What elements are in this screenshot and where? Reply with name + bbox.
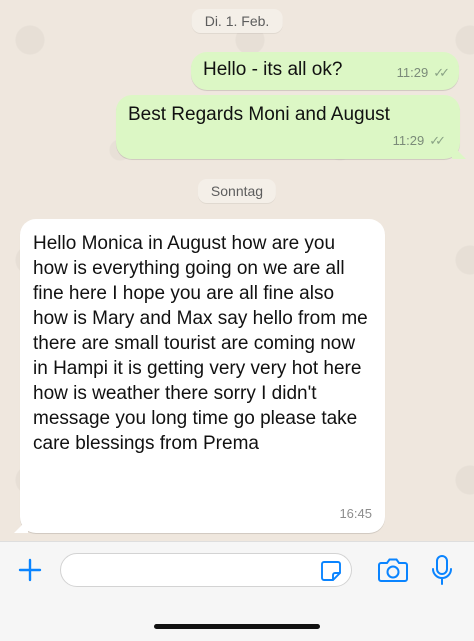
read-ticks-icon: ✓✓: [433, 65, 450, 80]
chat-area[interactable]: Di. 1. Feb. Hello - its all ok? 11:29 ✓✓ …: [0, 0, 474, 541]
message-meta: 11:29 ✓✓: [396, 60, 450, 85]
date-separator: Sonntag: [197, 179, 277, 203]
message-text: Hello - its all ok?: [203, 59, 343, 80]
home-indicator: [154, 624, 320, 629]
incoming-message[interactable]: Hello Monica in August how are you how i…: [14, 219, 385, 533]
message-input-wrapper[interactable]: [60, 553, 352, 587]
read-ticks-icon: ✓✓: [429, 133, 446, 148]
message-time: 16:45: [339, 506, 372, 521]
camera-icon[interactable]: [377, 557, 409, 583]
message-meta: 11:29 ✓✓: [392, 128, 446, 153]
date-separator: Di. 1. Feb.: [191, 9, 283, 33]
message-input[interactable]: [73, 554, 317, 586]
message-text: Hello Monica in August how are you how i…: [33, 233, 368, 454]
bubble-tail: [452, 145, 466, 159]
message-time: 11:29: [396, 65, 429, 80]
outgoing-message[interactable]: Best Regards Moni and August 11:29 ✓✓: [116, 95, 466, 159]
sticker-icon[interactable]: [320, 560, 342, 582]
bubble-tail: [14, 519, 28, 533]
message-time: 11:29: [392, 133, 425, 148]
plus-icon[interactable]: [16, 556, 44, 584]
microphone-icon[interactable]: [431, 554, 453, 586]
outgoing-message[interactable]: Hello - its all ok? 11:29 ✓✓: [191, 52, 459, 90]
message-text: Best Regards Moni and August: [128, 104, 390, 125]
